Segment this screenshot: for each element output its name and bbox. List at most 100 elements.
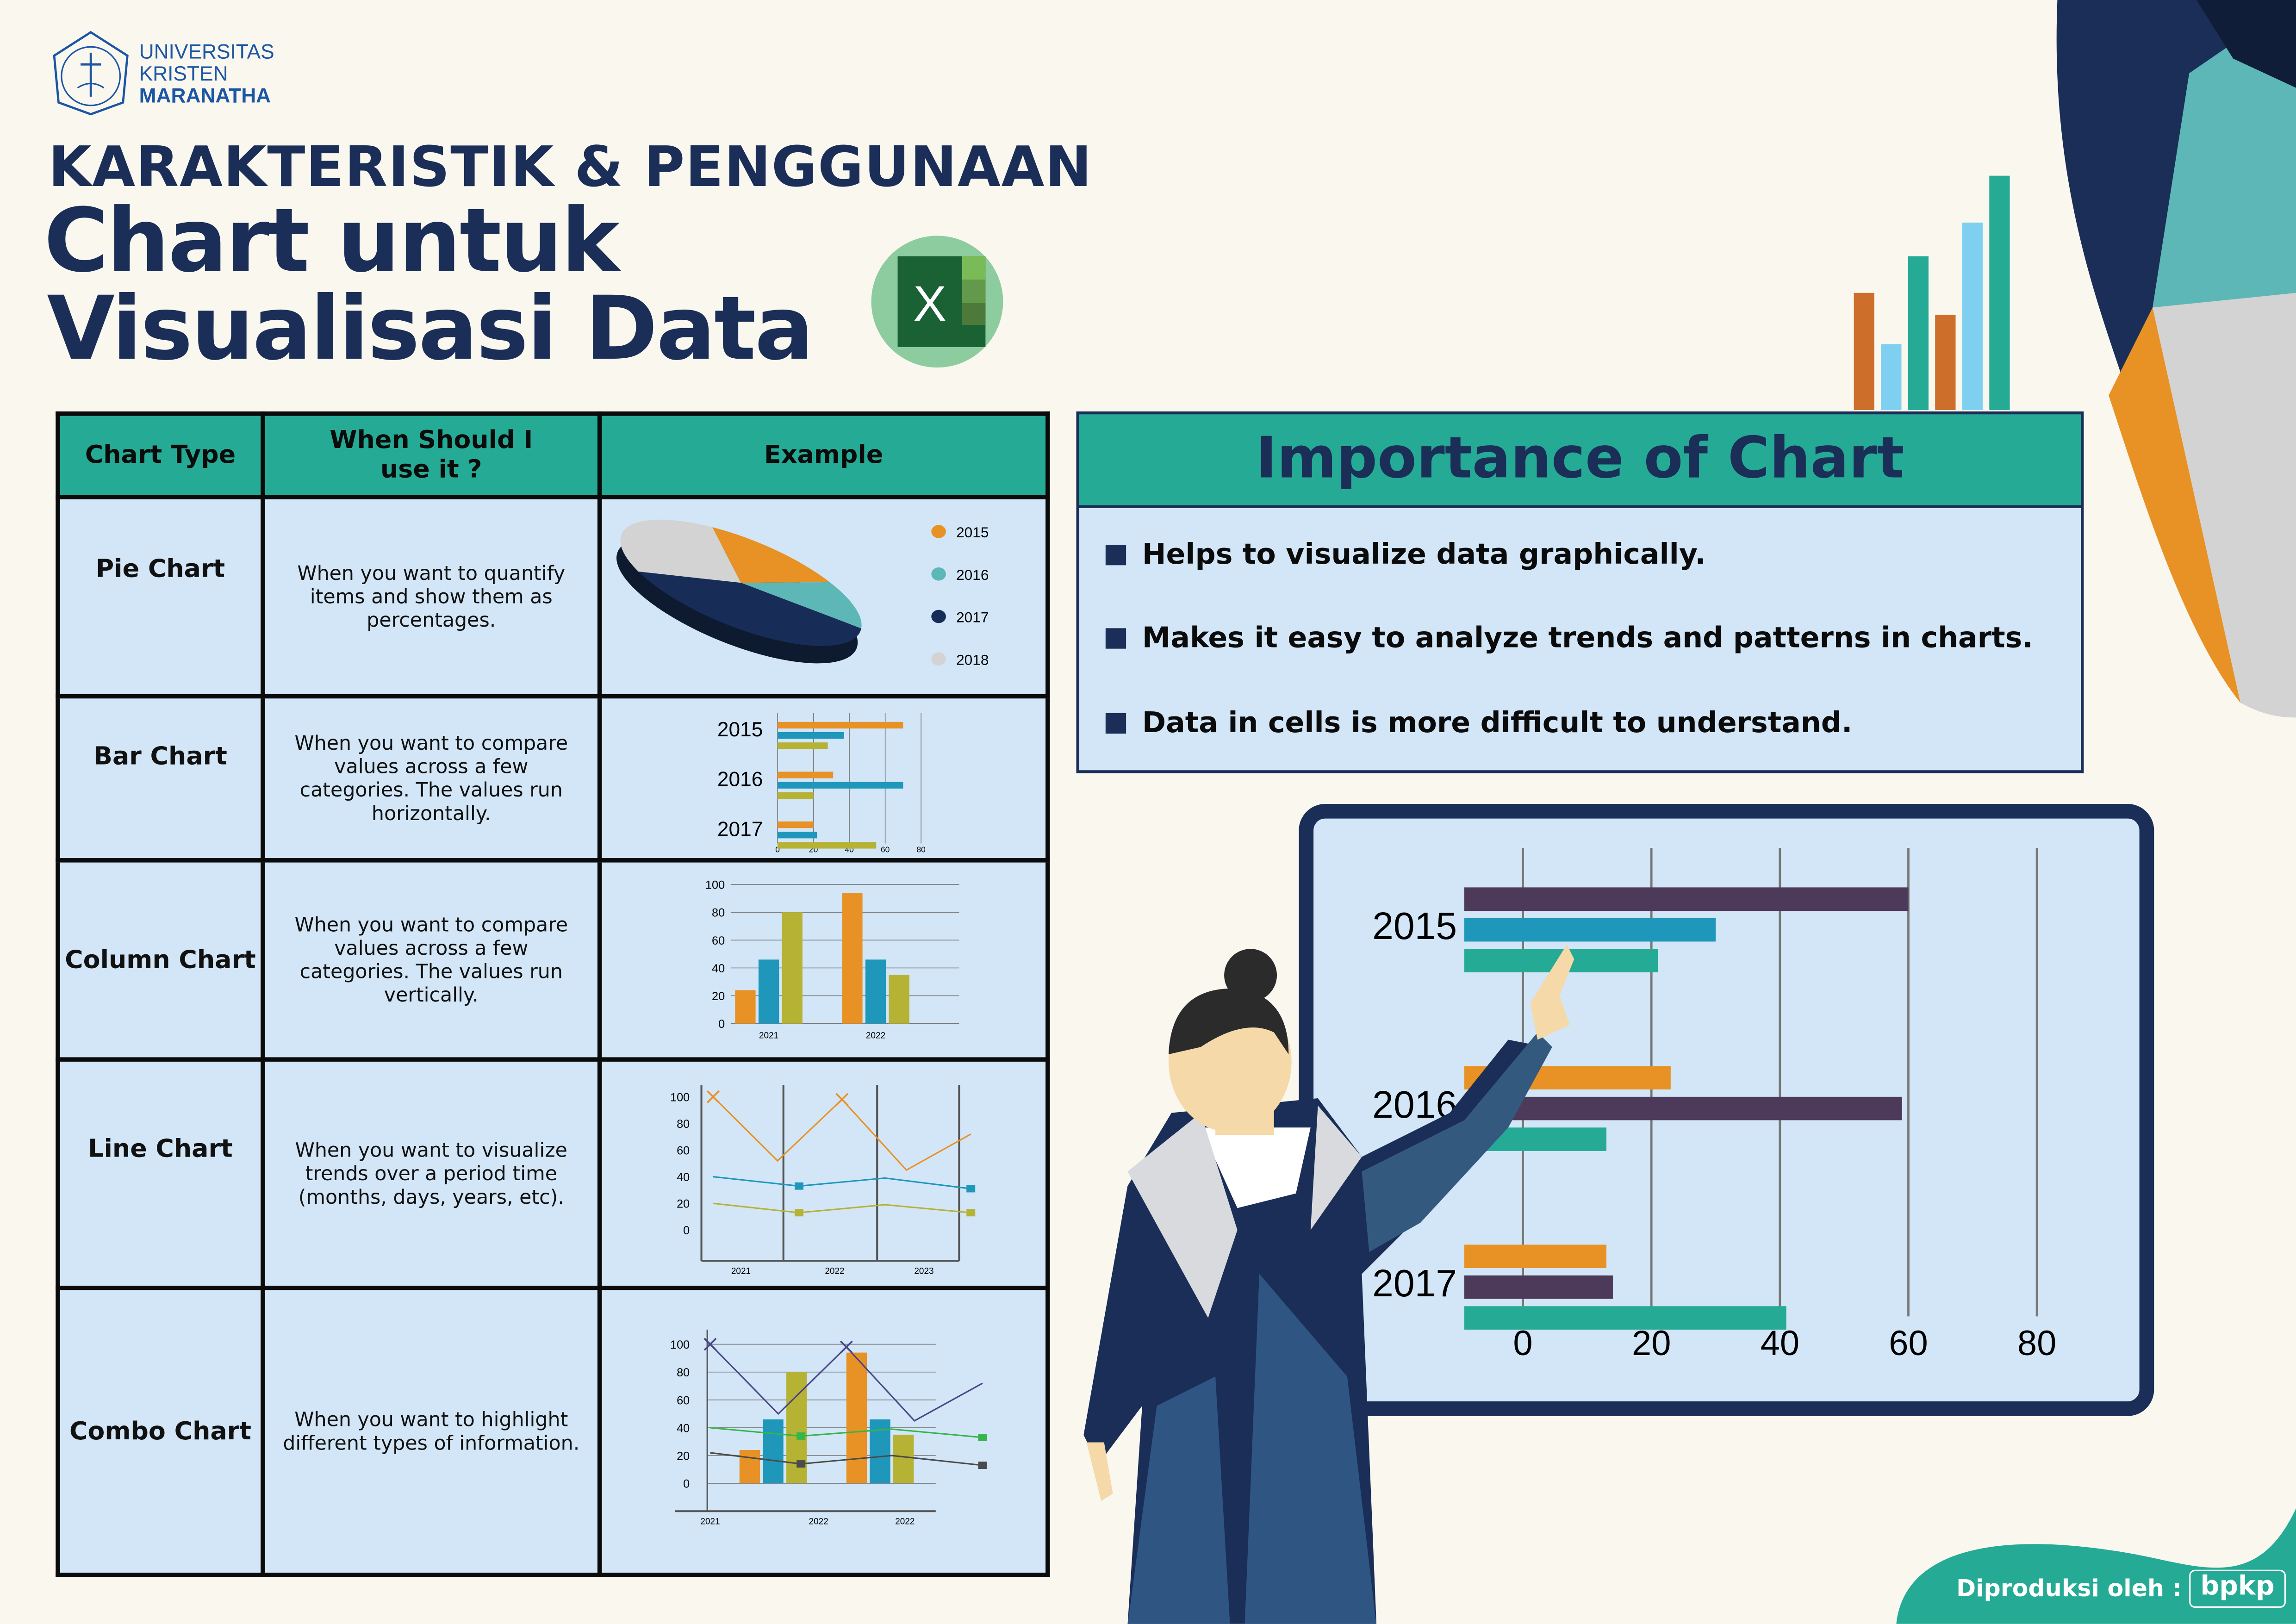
- table-row: Bar Chart When you want to compare value…: [56, 694, 1050, 863]
- y-tick-label: 100: [670, 1338, 690, 1350]
- legend-swatch: [931, 609, 946, 622]
- importance-panel: Importance of Chart Helps to visualize d…: [1076, 411, 2084, 773]
- importance-item: Makes it easy to analyze trends and patt…: [1105, 621, 2033, 654]
- column-bar: [842, 892, 863, 1023]
- column-bar: [758, 958, 779, 1023]
- series-line: [713, 1202, 971, 1213]
- square-marker: [794, 1182, 803, 1189]
- x-tick-label: 2022: [866, 1030, 885, 1040]
- x-tick-label: 60: [1889, 1324, 1928, 1363]
- title-line1: KARAKTERISTIK & PENGGUNAAN: [48, 135, 1093, 199]
- bar: [778, 741, 828, 748]
- y-tick-label: 80: [677, 1366, 690, 1379]
- square-marker: [966, 1208, 976, 1216]
- legend-swatch: [931, 524, 946, 538]
- legend-label: 2016: [956, 566, 989, 582]
- column-bar: [735, 989, 756, 1023]
- importance-title: Importance of Chart: [1079, 414, 2081, 508]
- table-row: Line Chart When you want to visualize tr…: [56, 1057, 1050, 1290]
- infographic: UNIVERSITAS KRISTEN MARANATHA KARAKTERIS…: [0, 0, 2296, 1624]
- legend-label: 2017: [956, 608, 989, 625]
- decorative-bar: [1881, 344, 1902, 410]
- university-seal-logo: [53, 31, 129, 116]
- table-row: Combo Chart When you want to highlight d…: [56, 1285, 1050, 1577]
- row-type: Bar Chart: [56, 694, 265, 863]
- row-type: Line Chart: [56, 1057, 265, 1290]
- bar-chart-example: 0 20 40 60 80 2015 2016 2017: [597, 694, 1050, 863]
- y-tick-label: 100: [705, 878, 725, 891]
- y-tick-label: 0: [683, 1477, 690, 1490]
- y-tick-label: 20: [677, 1449, 690, 1462]
- row-use: When you want to compare values across a…: [261, 694, 602, 863]
- importance-item: Helps to visualize data graphically.: [1105, 537, 1706, 571]
- x-tick-label: 80: [2017, 1324, 2056, 1363]
- column-bar: [846, 1352, 867, 1483]
- chart-types-table: Chart Type When Should I use it ? Exampl…: [56, 411, 1050, 1577]
- logo-line1: UNIVERSITAS: [139, 39, 274, 63]
- y-tick-label: 20: [677, 1197, 690, 1210]
- y-tick-label: 40: [677, 1421, 690, 1434]
- legend-swatch: [931, 651, 946, 665]
- y-tick-label: 0: [718, 1017, 725, 1030]
- column-chart-example: 0 20 40 60 80 100 2021 2022: [597, 858, 1050, 1062]
- row-use: When you want to quantify items and show…: [261, 495, 602, 699]
- column-bar: [865, 958, 886, 1023]
- bar: [778, 781, 903, 788]
- bar: [778, 831, 817, 838]
- bar: [778, 791, 814, 798]
- bullet-square-icon: [1105, 628, 1126, 649]
- x-tick-label: 2021: [731, 1266, 751, 1276]
- y-tick-label: 100: [670, 1090, 690, 1103]
- y-tick-label: 40: [712, 961, 725, 974]
- series-line: [712, 1095, 971, 1170]
- row-type: Pie Chart: [56, 495, 265, 699]
- series-line: [713, 1175, 971, 1189]
- university-name: UNIVERSITAS KRISTEN MARANATHA: [139, 39, 274, 107]
- column-bar: [739, 1449, 760, 1483]
- square-marker: [978, 1461, 987, 1468]
- logo-line2: KRISTEN: [139, 61, 228, 85]
- presenter-illustration: [1083, 944, 1574, 1624]
- y-tick-label: 60: [677, 1394, 690, 1406]
- square-marker: [978, 1433, 987, 1441]
- x-tick-label: 2022: [895, 1516, 915, 1526]
- x-tick-label: 80: [916, 844, 925, 853]
- y-tick-label: 80: [712, 906, 725, 919]
- column-bar: [763, 1419, 784, 1483]
- decorative-bar: [1962, 222, 1983, 410]
- excel-icon: X: [871, 236, 1003, 368]
- line-chart-example: 0 20 40 60 80 100 2021 2022 2023: [597, 1057, 1050, 1290]
- title-line3: Visualisasi Data: [47, 278, 814, 381]
- footer-label: Diproduksi oleh :: [1956, 1574, 2182, 1602]
- x-tick-label: 2023: [914, 1266, 933, 1276]
- importance-item: Data in cells is more difficult to under…: [1105, 706, 1852, 740]
- header-chart-type: Chart Type: [56, 411, 265, 499]
- column-bar: [782, 911, 803, 1023]
- header-example: Example: [597, 411, 1050, 499]
- bar: [1464, 887, 1909, 911]
- pie-chart-example: 2015 2016 2017 2018: [597, 495, 1050, 699]
- y-tick-label: 40: [677, 1170, 690, 1183]
- x-tick-label: 60: [881, 844, 890, 853]
- row-type: Combo Chart: [56, 1285, 265, 1577]
- column-bar: [893, 1434, 914, 1483]
- square-marker: [966, 1184, 976, 1192]
- category-label: 2016: [717, 767, 763, 790]
- y-tick-label: 60: [677, 1144, 690, 1157]
- bar: [778, 821, 814, 828]
- decorative-column-chart: [1854, 175, 2010, 410]
- bar: [778, 721, 903, 728]
- bpkp-logo: bpkp: [2189, 1569, 2286, 1608]
- title-line2: Chart untuk: [44, 190, 620, 293]
- decorative-bar: [1854, 292, 1874, 410]
- x-tick-label: 2022: [809, 1516, 828, 1526]
- y-tick-label: 60: [712, 933, 725, 946]
- bar: [778, 771, 834, 778]
- legend-swatch: [931, 566, 946, 580]
- x-marker: [840, 1339, 853, 1353]
- bar: [778, 731, 844, 738]
- logo-line3: MARANATHA: [139, 83, 271, 107]
- table-row: Column Chart When you want to compare va…: [56, 858, 1050, 1062]
- decorative-bar: [1989, 175, 2010, 410]
- legend-label: 2015: [956, 523, 989, 540]
